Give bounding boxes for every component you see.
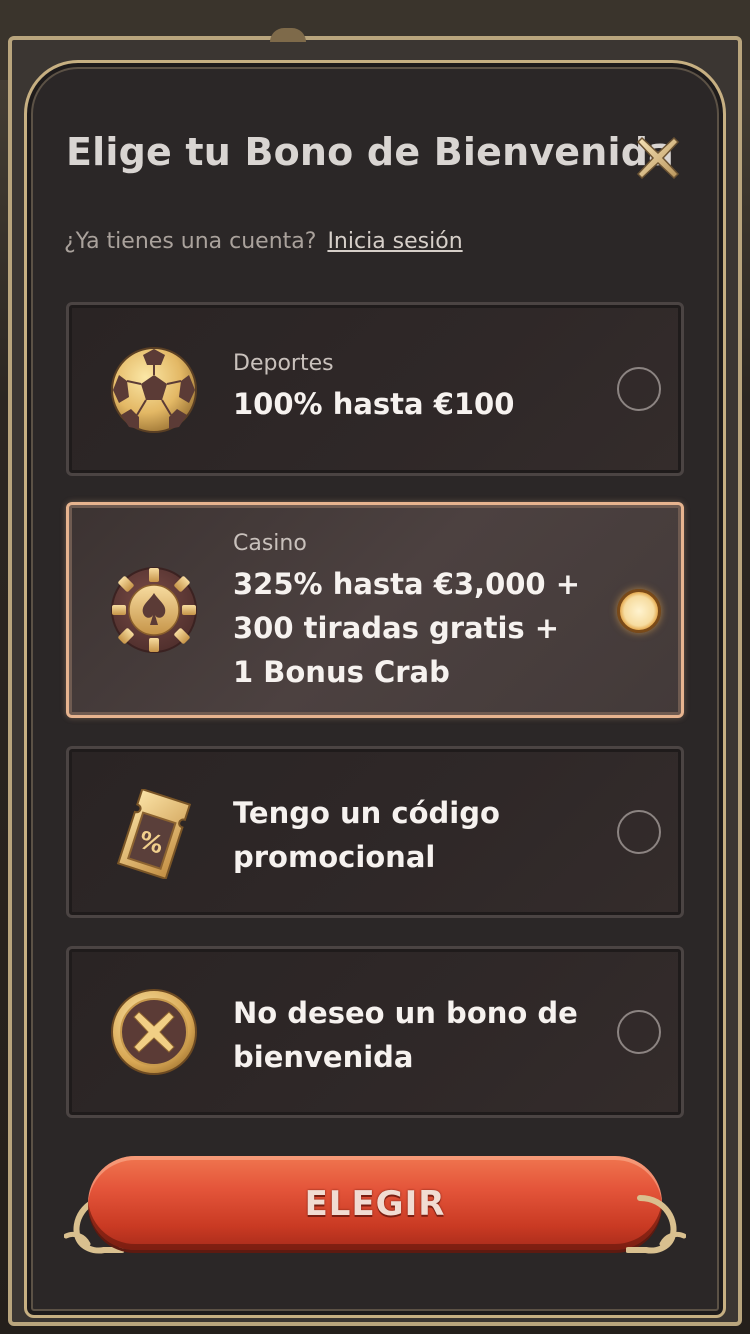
- radio-casino[interactable]: [617, 589, 661, 633]
- option-text: Tengo un código promocional: [233, 791, 500, 879]
- option-offer-line: promocional: [233, 840, 436, 874]
- radio-promo-code[interactable]: [617, 810, 661, 854]
- radio-deportes[interactable]: [617, 367, 661, 411]
- account-prompt-text: ¿Ya tienes una cuenta?: [64, 229, 317, 254]
- option-offer-line: Tengo un código: [233, 796, 500, 830]
- radio-no-bonus[interactable]: [617, 1010, 661, 1054]
- option-offer-line: 300 tiradas gratis +: [233, 611, 560, 645]
- option-offer-line: 325% hasta €3,000 +: [233, 567, 580, 601]
- login-link[interactable]: Inicia sesión: [327, 229, 462, 254]
- x-coin-icon: [111, 989, 197, 1075]
- option-text: No deseo un bono de bienvenida: [233, 991, 578, 1079]
- option-offer-line: 100% hasta €100: [233, 387, 515, 421]
- frame-top-ornament: [270, 28, 306, 42]
- elegir-button[interactable]: ELEGIR: [64, 1152, 686, 1256]
- close-button[interactable]: [636, 136, 680, 180]
- option-category-label: Casino: [233, 531, 307, 556]
- promo-ticket-percent-icon: %: [116, 789, 192, 879]
- bonus-option-deportes[interactable]: Deportes 100% hasta €100: [66, 302, 684, 476]
- close-icon: [636, 136, 680, 180]
- bonus-option-no-bonus[interactable]: No deseo un bono de bienvenida: [66, 946, 684, 1118]
- poker-chip-spade-icon: [111, 567, 197, 653]
- option-text: Casino 325% hasta €3,000 + 300 tiradas g…: [233, 531, 580, 694]
- elegir-button-label: ELEGIR: [304, 1184, 446, 1224]
- bonus-option-casino[interactable]: Casino 325% hasta €3,000 + 300 tiradas g…: [66, 502, 684, 718]
- modal-title: Elige tu Bono de Bienvenida: [66, 130, 675, 174]
- soccer-ball-icon: [111, 347, 197, 433]
- option-text: Deportes 100% hasta €100: [233, 351, 514, 426]
- option-offer-line: bienvenida: [233, 1040, 414, 1074]
- option-offer-line: No deseo un bono de: [233, 996, 578, 1030]
- account-prompt: ¿Ya tienes una cuenta? Inicia sesión: [64, 229, 463, 254]
- bonus-option-promo-code[interactable]: % Tengo un código promocional: [66, 746, 684, 918]
- option-offer-line: 1 Bonus Crab: [233, 655, 450, 689]
- option-category-label: Deportes: [233, 351, 334, 376]
